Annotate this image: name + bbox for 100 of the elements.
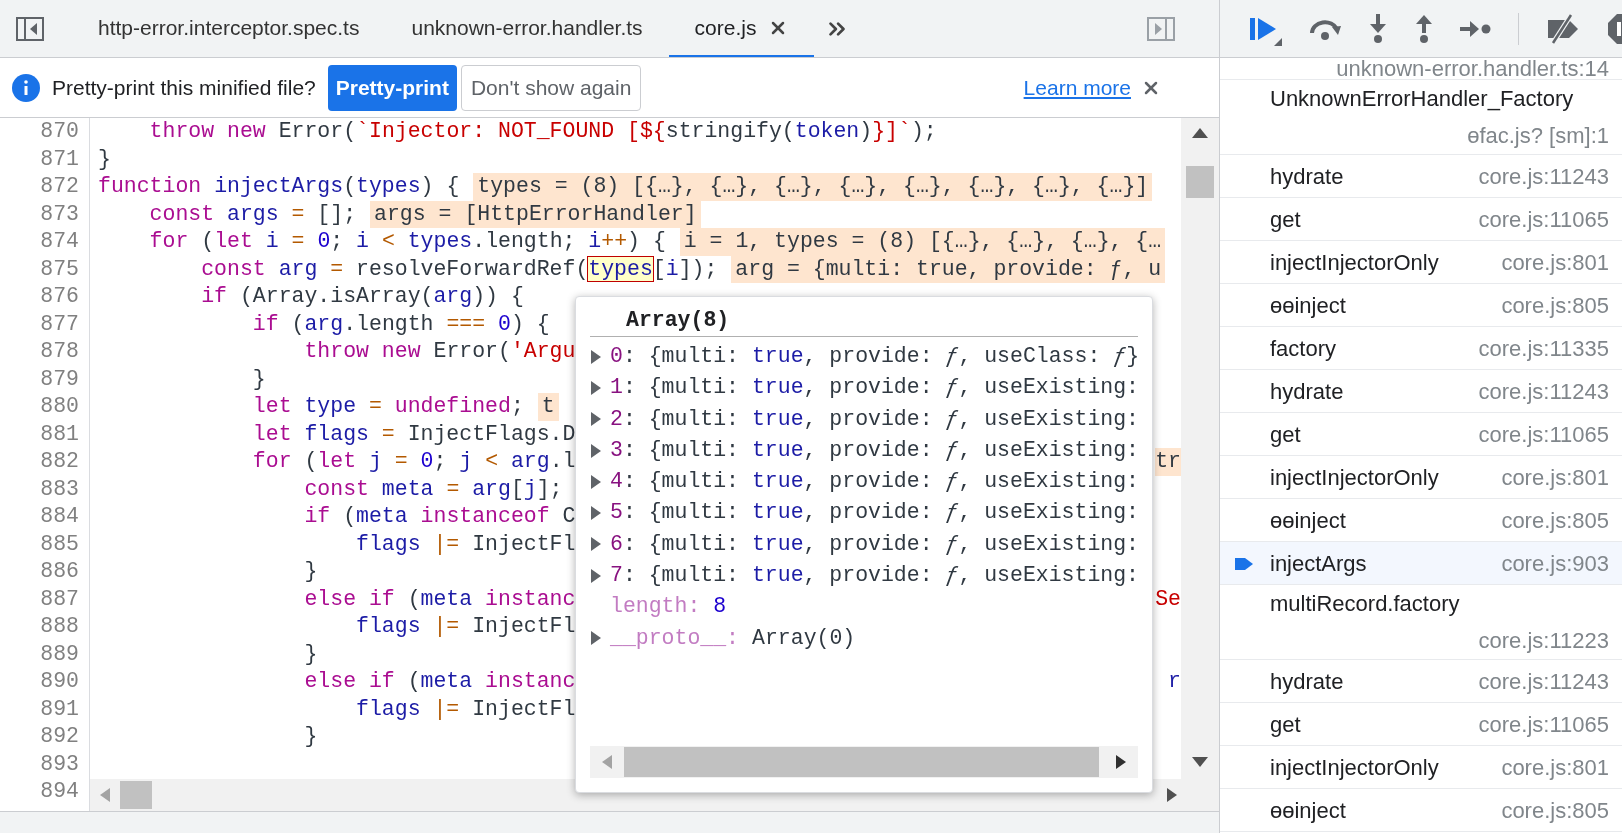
function-name: get bbox=[1270, 420, 1301, 449]
collapsed-triangle-icon[interactable] bbox=[590, 380, 602, 395]
current-frame-arrow-icon bbox=[1235, 555, 1253, 573]
dont-show-again-button[interactable]: Don't show again bbox=[460, 64, 642, 111]
code-line: flags |= InjectFl bbox=[355, 530, 576, 558]
collapsed-triangle-icon[interactable] bbox=[590, 443, 602, 458]
info-message: Pretty-print this minified file? bbox=[52, 74, 316, 101]
property-entry[interactable]: __proto__: Array(0) bbox=[610, 622, 856, 654]
scroll-down-icon[interactable] bbox=[1192, 757, 1208, 767]
function-name: injectInjectorOnly bbox=[1270, 463, 1439, 492]
step-into-icon[interactable] bbox=[1368, 13, 1388, 44]
function-name: UnknownErrorHandler_Factory bbox=[1270, 85, 1574, 113]
code-line: throw new Error('Argu bbox=[303, 338, 576, 365]
line-number: 894 bbox=[39, 778, 79, 805]
collapsed-triangle-icon[interactable] bbox=[590, 474, 602, 489]
source-location: core.js:805 bbox=[1500, 796, 1609, 825]
scrollbar-thumb[interactable] bbox=[624, 747, 1099, 777]
code-line: const args = []; bbox=[148, 200, 357, 228]
function-name: ɵɵinject bbox=[1270, 291, 1346, 320]
code-line: const arg = resolveForwardRef(types[i]); bbox=[200, 255, 718, 283]
source-location: core.js:801 bbox=[1500, 463, 1609, 492]
scroll-right-icon[interactable] bbox=[1116, 755, 1126, 769]
code-line: } bbox=[303, 640, 318, 668]
code-line: } bbox=[303, 558, 318, 585]
pretty-print-button[interactable]: Pretty-print bbox=[327, 64, 457, 111]
source-location: ɵfac.js? [sm]:1 bbox=[1466, 122, 1609, 150]
source-location: core.js:11065 bbox=[1477, 420, 1609, 449]
collapsed-triangle-icon[interactable] bbox=[590, 506, 602, 521]
collapsed-triangle-icon[interactable] bbox=[590, 412, 602, 427]
code-line: } bbox=[98, 145, 111, 173]
code-line: flags |= InjectFl bbox=[355, 613, 576, 640]
function-name: factory bbox=[1270, 334, 1337, 363]
scroll-right-icon[interactable] bbox=[1167, 788, 1177, 802]
code-line: if (meta instanceof C bbox=[303, 503, 576, 530]
code-line: const meta = arg[j]; bbox=[303, 475, 563, 503]
call-frame[interactable]: injectArgs core.js:903 bbox=[1220, 542, 1622, 585]
call-frame[interactable]: unknown-error.handler.ts:14 bbox=[1220, 58, 1622, 80]
line-number: 870 bbox=[39, 118, 79, 145]
collapsed-triangle-icon[interactable] bbox=[590, 537, 602, 552]
source-location: core.js:801 bbox=[1500, 753, 1609, 782]
code-fragment: r bbox=[1168, 668, 1181, 695]
source-location: core.js:805 bbox=[1500, 506, 1609, 535]
array-entry[interactable]: 2: {multi: true, provide: ƒ, useExisting: bbox=[610, 403, 1140, 435]
array-entry[interactable]: 1: {multi: true, provide: ƒ, useExisting: bbox=[610, 372, 1140, 404]
line-number: 885 bbox=[39, 530, 79, 558]
code-fragment: Se bbox=[1155, 585, 1181, 613]
source-location: core.js:11065 bbox=[1477, 205, 1609, 234]
function-name: get bbox=[1270, 710, 1301, 739]
line-number: 875 bbox=[39, 255, 79, 283]
source-location: core.js:11065 bbox=[1477, 710, 1609, 739]
learn-more-link[interactable]: Learn more bbox=[1023, 71, 1131, 104]
array-entry[interactable]: 0: {multi: true, provide: ƒ, useClass: ƒ} bbox=[610, 341, 1140, 373]
line-number: 881 bbox=[39, 420, 79, 448]
inline-value: args = [HttpErrorHandler] bbox=[370, 200, 701, 228]
file-tab[interactable]: core.js bbox=[668, 0, 815, 57]
code-line: } bbox=[303, 723, 318, 750]
array-entry[interactable]: 3: {multi: true, provide: ƒ, useExisting: bbox=[610, 434, 1140, 467]
array-entry[interactable]: 6: {multi: true, provide: ƒ, useExisting: bbox=[610, 528, 1140, 561]
line-number: 888 bbox=[39, 613, 79, 640]
scroll-up-icon[interactable] bbox=[1192, 128, 1208, 138]
scrollbar-thumb[interactable] bbox=[120, 781, 152, 809]
line-number: 872 bbox=[39, 173, 79, 200]
line-number: 892 bbox=[39, 723, 79, 750]
function-name: get bbox=[1270, 205, 1301, 234]
line-number: 874 bbox=[39, 228, 79, 255]
inline-value: t bbox=[537, 393, 559, 421]
function-name: hydrate bbox=[1270, 667, 1344, 696]
line-number: 884 bbox=[39, 503, 79, 530]
collapsed-triangle-icon[interactable] bbox=[590, 568, 602, 583]
property-entry: length: 8 bbox=[610, 593, 727, 621]
function-name: injectInjectorOnly bbox=[1270, 753, 1439, 782]
inline-value: types = (8) [{…}, {…}, {…}, {…}, {…}, {…}, {…}, {…}] bbox=[473, 173, 1153, 201]
array-entry[interactable]: 5: {multi: true, provide: ƒ, useExisting: bbox=[610, 497, 1140, 529]
source-location: core.js:11243 bbox=[1477, 162, 1609, 191]
code-line: if (Array.isArray(arg)) { bbox=[200, 283, 524, 310]
array-entry[interactable]: 7: {multi: true, provide: ƒ, useExisting: bbox=[610, 560, 1140, 592]
file-tab[interactable]: unknown-error.handler.ts bbox=[385, 0, 669, 57]
code-line: for (let i = 0; i < types.length; i++) { bbox=[148, 228, 666, 255]
file-tab[interactable]: http-error.interceptor.spec.ts bbox=[72, 0, 386, 57]
code-line: let type = undefined; bbox=[251, 393, 524, 420]
line-number: 889 bbox=[39, 640, 79, 668]
panel-toggle-icon[interactable] bbox=[1147, 16, 1175, 41]
sidebar-toggle-icon[interactable] bbox=[16, 16, 44, 41]
line-number: 876 bbox=[39, 283, 79, 310]
deactivate-breakpoints-icon[interactable] bbox=[1545, 13, 1581, 44]
scrollbar-thumb[interactable] bbox=[1186, 166, 1214, 198]
function-name: injectArgs bbox=[1270, 549, 1367, 578]
source-location: core.js:11223 bbox=[1477, 627, 1609, 655]
array-entry[interactable]: 4: {multi: true, provide: ƒ, useExisting: bbox=[610, 466, 1140, 498]
step-icon[interactable] bbox=[1460, 18, 1492, 39]
source-location: core.js:11243 bbox=[1477, 377, 1609, 406]
step-out-icon[interactable] bbox=[1414, 13, 1434, 44]
line-number: 873 bbox=[39, 200, 79, 228]
line-number: 887 bbox=[39, 585, 79, 613]
info-icon bbox=[12, 73, 40, 102]
collapsed-triangle-icon[interactable] bbox=[590, 631, 602, 646]
collapsed-triangle-icon[interactable] bbox=[590, 349, 602, 364]
function-name: ɵɵinject bbox=[1270, 506, 1346, 535]
line-number: 886 bbox=[39, 558, 79, 585]
line-number: 871 bbox=[39, 145, 79, 173]
